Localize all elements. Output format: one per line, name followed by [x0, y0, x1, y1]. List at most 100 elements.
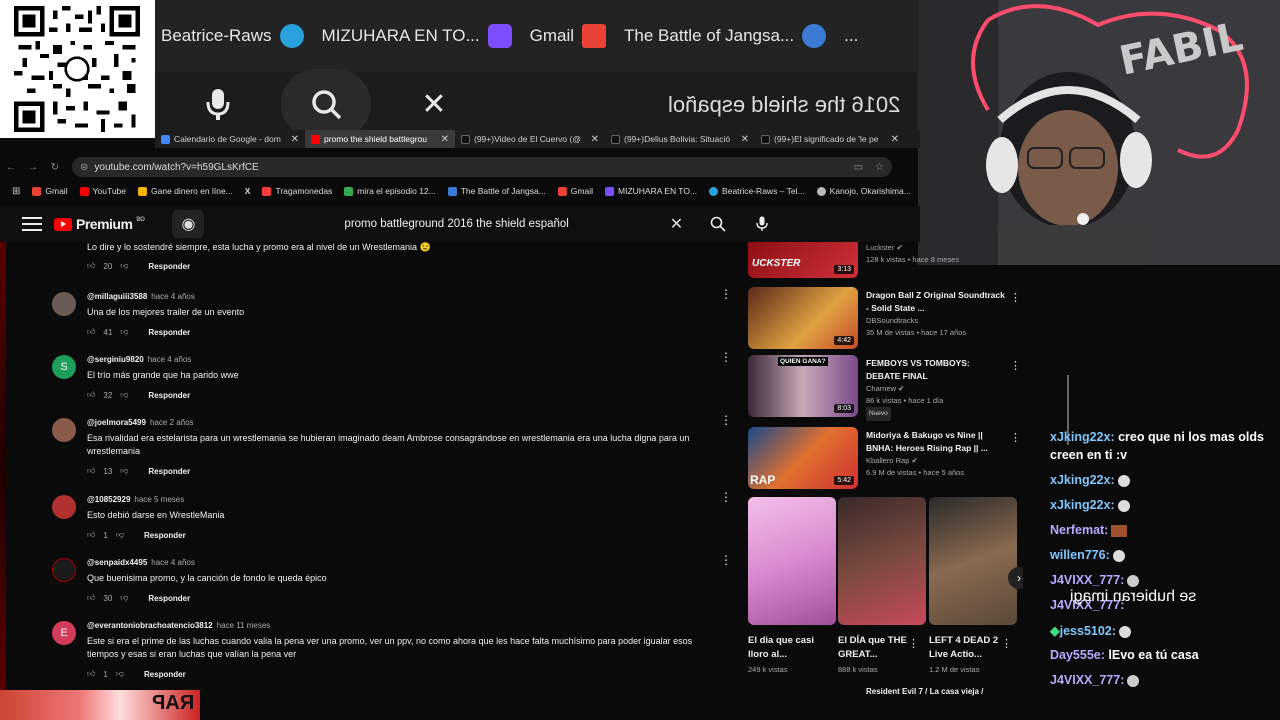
- reply-button[interactable]: Responder: [148, 467, 190, 476]
- short-thumbnail[interactable]: [929, 497, 1017, 625]
- reload-icon[interactable]: ↻: [44, 162, 66, 173]
- bookmark-star-icon[interactable]: ☆: [875, 162, 884, 173]
- reply-button[interactable]: Responder: [144, 531, 186, 540]
- hamburger-menu-icon[interactable]: [22, 217, 42, 231]
- dislike-icon[interactable]: 👎︎: [116, 530, 124, 540]
- voice-search-button[interactable]: [748, 210, 776, 238]
- channel-name[interactable]: Luckster: [866, 243, 894, 252]
- tab-tiktok-1[interactable]: (99+)Video de El Cuervo (@ ✕: [455, 130, 605, 148]
- close-tab-icon[interactable]: ✕: [891, 134, 899, 145]
- video-thumbnail[interactable]: RAP 5:42: [748, 427, 858, 489]
- like-icon[interactable]: 👍︎: [87, 327, 95, 337]
- avatar[interactable]: [52, 418, 76, 442]
- comment-author[interactable]: @joelmora5499: [87, 418, 146, 427]
- more-options-icon[interactable]: ⋮: [720, 288, 732, 300]
- bookmark-item[interactable]: Gmail: [557, 186, 593, 196]
- more-options-icon[interactable]: ⋮: [1001, 637, 1012, 650]
- avatar[interactable]: E: [52, 621, 76, 645]
- video-thumbnail[interactable]: QUIEN GANA? 8:03: [748, 355, 858, 417]
- search-input[interactable]: [344, 218, 665, 230]
- video-title[interactable]: Resident Evil 7 / La casa vieja /: [866, 685, 1006, 698]
- comment-author[interactable]: @10852929: [87, 495, 130, 504]
- bookmark-item[interactable]: Gane dinero en líne...: [138, 186, 233, 196]
- reply-button[interactable]: Responder: [144, 670, 186, 679]
- bookmark-item[interactable]: Tragamonedas: [262, 186, 332, 196]
- apps-icon[interactable]: ⊞: [12, 186, 20, 197]
- avatar[interactable]: [52, 558, 76, 582]
- reply-button[interactable]: Responder: [148, 594, 190, 603]
- search-button[interactable]: [704, 210, 732, 238]
- close-tab-icon[interactable]: ✕: [741, 134, 749, 145]
- bookmark-item[interactable]: Beatrice-Raws – Tel...: [709, 186, 805, 196]
- youtube-premium-logo[interactable]: Premium BO: [54, 216, 145, 232]
- comment-time[interactable]: hace 2 años: [150, 418, 194, 427]
- reply-button[interactable]: Responder: [148, 328, 190, 337]
- short-title[interactable]: El DÍA que THE GREAT...: [838, 634, 918, 662]
- url-field[interactable]: ⊜ youtube.com/watch?v=h59GLsKrfCE ▭ ☆: [72, 157, 892, 177]
- channel-name[interactable]: Kballero Rap: [866, 456, 909, 465]
- more-options-icon[interactable]: ⋮: [908, 637, 919, 650]
- avatar[interactable]: S: [52, 355, 76, 379]
- bookmark-item[interactable]: Kanojo, Okarishima...: [816, 186, 911, 196]
- tab-tiktok-3[interactable]: (99+)El significado de 'le pe ✕: [755, 130, 905, 148]
- bookmark-item[interactable]: Gmail: [32, 186, 68, 196]
- more-options-icon[interactable]: ⋮: [1010, 431, 1021, 444]
- comment-time[interactable]: hace 4 años: [151, 558, 195, 567]
- like-icon[interactable]: 👍︎: [87, 466, 95, 476]
- related-video[interactable]: QUIEN GANA? 8:03 FEMBOYS VS TOMBOYS: DEB…: [748, 355, 1023, 421]
- related-video[interactable]: RAP 5:42 Midoriya & Bakugo vs Nine || BN…: [748, 427, 1023, 491]
- clear-search-icon[interactable]: ✕: [664, 214, 688, 234]
- like-icon[interactable]: 👍︎: [87, 530, 95, 540]
- close-tab-icon[interactable]: ✕: [291, 134, 299, 145]
- bookmark-item[interactable]: The Battle of Jangsa...: [447, 186, 546, 196]
- comment-time[interactable]: hace 4 años: [151, 292, 195, 301]
- cast-icon[interactable]: ▭: [854, 162, 863, 173]
- dislike-icon[interactable]: 👎︎: [120, 466, 128, 476]
- more-options-icon[interactable]: ⋮: [720, 491, 732, 503]
- related-video[interactable]: 4:42 Dragon Ball Z Original Soundtrack -…: [748, 287, 1023, 351]
- tab-tiktok-2[interactable]: (99+)Delius Bolivia: Situació ✕: [605, 130, 755, 148]
- comment-time[interactable]: hace 4 años: [148, 355, 192, 364]
- video-title[interactable]: Midoriya & Bakugo vs Nine || BNHA: Heroe…: [866, 429, 1006, 455]
- back-icon[interactable]: ←: [0, 162, 22, 173]
- comment-author[interactable]: @serginiu9820: [87, 355, 144, 364]
- channel-name[interactable]: Charnew: [866, 384, 896, 393]
- like-icon[interactable]: 👍︎: [87, 261, 95, 271]
- dislike-icon[interactable]: 👎︎: [120, 261, 128, 271]
- dislike-icon[interactable]: 👎︎: [120, 593, 128, 603]
- video-title[interactable]: FEMBOYS VS TOMBOYS: DEBATE FINAL: [866, 357, 1006, 383]
- reply-button[interactable]: Responder: [148, 391, 190, 400]
- video-thumbnail[interactable]: UCKSTER 3:13: [748, 242, 858, 278]
- comment-author[interactable]: @everantoniobrachoatencio3812: [87, 621, 213, 630]
- more-options-icon[interactable]: ⋮: [720, 414, 732, 426]
- dislike-icon[interactable]: 👎︎: [120, 327, 128, 337]
- comment-author[interactable]: @senpaidx4495: [87, 558, 147, 567]
- more-options-icon[interactable]: ⋮: [720, 351, 732, 363]
- short-thumbnail[interactable]: [838, 497, 926, 625]
- close-tab-icon[interactable]: ✕: [441, 134, 449, 145]
- avatar[interactable]: [52, 292, 76, 316]
- dislike-icon[interactable]: 👎︎: [120, 390, 128, 400]
- bookmark-item[interactable]: YouTube: [79, 186, 126, 196]
- like-icon[interactable]: 👍︎: [87, 390, 95, 400]
- tab-youtube-active[interactable]: promo the shield battlegrou ✕: [305, 130, 455, 148]
- like-icon[interactable]: 👍︎: [87, 669, 95, 679]
- doodle-icon[interactable]: ◉: [172, 210, 205, 238]
- short-title[interactable]: El dia que casi lloro al...: [748, 634, 828, 662]
- bookmark-item[interactable]: X: [245, 186, 251, 196]
- tab-calendar[interactable]: Calendario de Google - dom ✕: [155, 130, 305, 148]
- comment-time[interactable]: hace 5 meses: [134, 495, 184, 504]
- video-title[interactable]: Dragon Ball Z Original Soundtrack - Soli…: [866, 289, 1006, 315]
- video-thumbnail[interactable]: 4:42: [748, 287, 858, 349]
- bookmark-item[interactable]: MIZUHARA EN TO...: [605, 186, 697, 196]
- site-info-icon[interactable]: ⊜: [80, 162, 88, 173]
- comment-author[interactable]: @millaguiii3588: [87, 292, 147, 301]
- more-options-icon[interactable]: ⋮: [720, 554, 732, 566]
- short-title[interactable]: LEFT 4 DEAD 2 Live Actio...: [929, 634, 1009, 662]
- like-icon[interactable]: 👍︎: [87, 593, 95, 603]
- chevron-right-icon[interactable]: ›: [1008, 567, 1023, 589]
- dislike-icon[interactable]: 👎︎: [116, 669, 124, 679]
- close-tab-icon[interactable]: ✕: [591, 134, 599, 145]
- forward-icon[interactable]: →: [22, 162, 44, 173]
- more-options-icon[interactable]: ⋮: [1010, 359, 1021, 372]
